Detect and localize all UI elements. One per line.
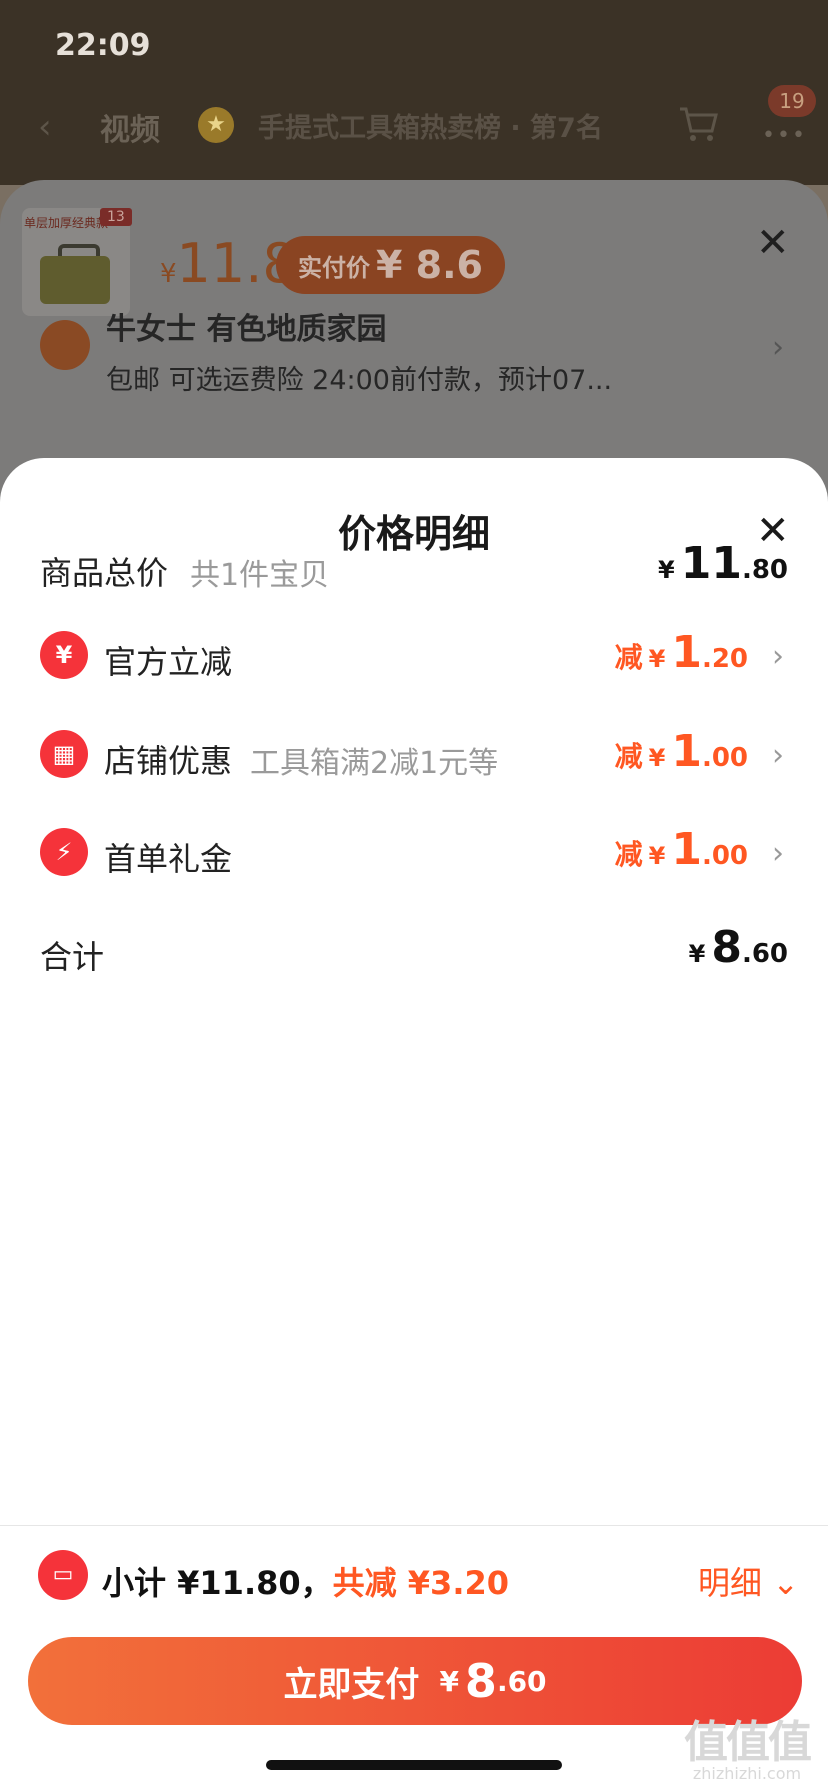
amount-int: 1: [671, 627, 702, 678]
row-sub: 工具箱满2减1元等: [250, 746, 499, 781]
row-label: 首单礼金: [104, 840, 233, 878]
subtotal-summary: 小计 ¥11.80，共减 ¥3.20: [102, 1558, 509, 1604]
yen-sign: ¥: [658, 556, 675, 584]
amount-dec: .60: [741, 939, 788, 969]
more-dots-icon[interactable]: •••: [762, 123, 807, 148]
amount-int: 1: [671, 726, 702, 777]
chevron-right-icon[interactable]: ›: [772, 836, 784, 871]
chevron-down-icon: ⌄: [772, 1564, 799, 1602]
rank-text: 手提式工具箱热卖榜 · 第7名: [258, 112, 603, 144]
discount-prefix: 减: [614, 641, 643, 674]
address-name[interactable]: 牛女士 有色地质家园: [106, 304, 386, 348]
row-first-order-gift[interactable]: ⚡ 首单礼金 减 ¥1.00 ›: [0, 810, 828, 890]
row-label: 店铺优惠: [104, 742, 233, 780]
tab-video[interactable]: 视频: [100, 105, 160, 149]
detail-toggle[interactable]: 明细 ⌄: [698, 1558, 799, 1604]
amount-dec: .00: [701, 841, 748, 871]
amount-dec: .80: [741, 555, 788, 585]
watermark-logo: 值值值: [684, 1717, 812, 1768]
cart-icon[interactable]: [676, 101, 720, 145]
top-nav: ‹ 视频 ★ 手提式工具箱热卖榜 · 第7名 19 •••: [0, 85, 828, 165]
amount-int: 1: [671, 824, 702, 875]
row-amount: 减 ¥1.00: [615, 824, 748, 875]
pay-dec: .60: [496, 1664, 547, 1698]
detail-label: 明细: [698, 1564, 763, 1602]
row-label: 官方立减: [104, 643, 233, 681]
row-store-discount[interactable]: ▦ 店铺优惠 工具箱满2减1元等 减 ¥1.00 ›: [0, 712, 828, 792]
paid-price-pill: 实付价 ¥ 8.6: [276, 236, 505, 294]
price-yen: ¥: [160, 259, 177, 289]
top-bar: 22:09 ‹ 视频 ★ 手提式工具箱热卖榜 · 第7名 19 •••: [0, 0, 828, 185]
cart-count-badge: 19: [768, 85, 816, 117]
store-icon: ▦: [40, 730, 88, 778]
amount-dec: .00: [701, 743, 748, 773]
status-time: 22:09: [55, 28, 151, 63]
chevron-right-icon[interactable]: ›: [772, 738, 784, 773]
back-chevron-icon[interactable]: ‹: [38, 107, 52, 147]
close-icon[interactable]: ✕: [756, 220, 790, 266]
chevron-right-icon[interactable]: ›: [772, 639, 784, 674]
paid-amount: ¥ 8.6: [376, 243, 483, 287]
amount-int: 11: [680, 538, 742, 589]
discount-prefix: 减: [614, 838, 643, 871]
pay-yen: ¥: [439, 1664, 459, 1698]
yen-sign: ¥: [688, 940, 706, 968]
row-label: 合计: [40, 938, 105, 976]
row-sub: 共1件宝贝: [190, 558, 330, 593]
yen-sign: ¥: [648, 645, 666, 673]
footer-divider: [0, 1525, 828, 1526]
row-grand-total: 合计 ¥8.60: [0, 908, 828, 988]
pay-int: 8: [464, 1654, 497, 1708]
row-label: 商品总价: [40, 554, 169, 592]
discount-prefix: 减: [614, 740, 643, 773]
watermark-url: zhizhizhi.com: [692, 1764, 802, 1783]
ticket-icon: ▭: [38, 1550, 88, 1600]
amount-dec: .20: [701, 644, 748, 674]
thumbnail-badge: 13: [100, 208, 132, 226]
toolbox-image: [40, 256, 110, 304]
row-total-goods: 商品总价 共1件宝贝 ¥11.80: [0, 524, 828, 604]
rank-badge[interactable]: ★ 手提式工具箱热卖榜 · 第7名: [198, 103, 603, 147]
chevron-right-icon[interactable]: ›: [772, 330, 784, 365]
lightning-icon: ⚡: [40, 828, 88, 876]
row-amount: 减 ¥1.20: [615, 627, 748, 678]
pay-label: 立即支付: [283, 1664, 420, 1705]
row-amount: ¥11.80: [658, 538, 788, 589]
yen-refund-icon: ¥: [40, 631, 88, 679]
watermark: 值值值 zhizhizhi.com: [672, 1706, 822, 1783]
address-detail[interactable]: 包邮 可选运费险 24:00前付款，预计07...: [106, 358, 612, 397]
location-pin-icon: [40, 320, 90, 370]
discount-total: 共减 ¥3.20: [332, 1564, 510, 1602]
home-indicator[interactable]: [266, 1760, 562, 1770]
row-official-discount[interactable]: ¥ 官方立减 减 ¥1.20 ›: [0, 613, 828, 693]
subtotal-text: 小计 ¥11.80，: [102, 1564, 333, 1602]
row-amount: ¥8.60: [689, 922, 788, 973]
medal-icon: ★: [198, 107, 234, 143]
yen-sign: ¥: [648, 842, 666, 870]
yen-sign: ¥: [648, 744, 666, 772]
row-amount: 减 ¥1.00: [615, 726, 748, 777]
paid-label: 实付价: [298, 253, 370, 282]
amount-int: 8: [711, 922, 742, 973]
